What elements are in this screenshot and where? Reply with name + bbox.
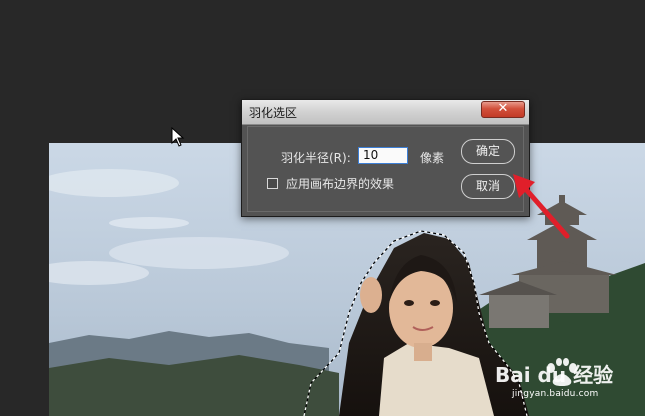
watermark-brand: Bai du 经验 bbox=[495, 363, 613, 387]
dialog-body: 羽化半径(R): 10 像素 应用画布边界的效果 确定 取消 bbox=[247, 126, 524, 212]
apply-canvas-bounds-checkbox[interactable] bbox=[267, 178, 278, 189]
watermark-url: jingyan.baidu.com bbox=[512, 389, 599, 399]
dialog-titlebar[interactable]: 羽化选区 ✕ bbox=[242, 100, 529, 125]
canvas-workspace[interactable]: 羽化选区 ✕ 羽化半径(R): 10 像素 应用画布边界的效果 确定 取消 Ba… bbox=[0, 0, 645, 416]
apply-canvas-bounds-label[interactable]: 应用画布边界的效果 bbox=[286, 175, 394, 192]
mouse-cursor-icon bbox=[171, 127, 185, 147]
ok-button[interactable]: 确定 bbox=[461, 139, 515, 164]
dialog-title: 羽化选区 bbox=[249, 106, 298, 120]
pixel-unit-label: 像素 bbox=[420, 151, 445, 165]
feather-radius-label: 羽化半径(R): bbox=[281, 151, 351, 165]
feather-selection-dialog: 羽化选区 ✕ 羽化半径(R): 10 像素 应用画布边界的效果 确定 取消 bbox=[241, 99, 530, 217]
feather-radius-input[interactable]: 10 bbox=[358, 147, 408, 164]
red-arrow-icon bbox=[513, 174, 570, 239]
close-icon: ✕ bbox=[497, 101, 509, 116]
close-button[interactable]: ✕ bbox=[481, 101, 525, 118]
